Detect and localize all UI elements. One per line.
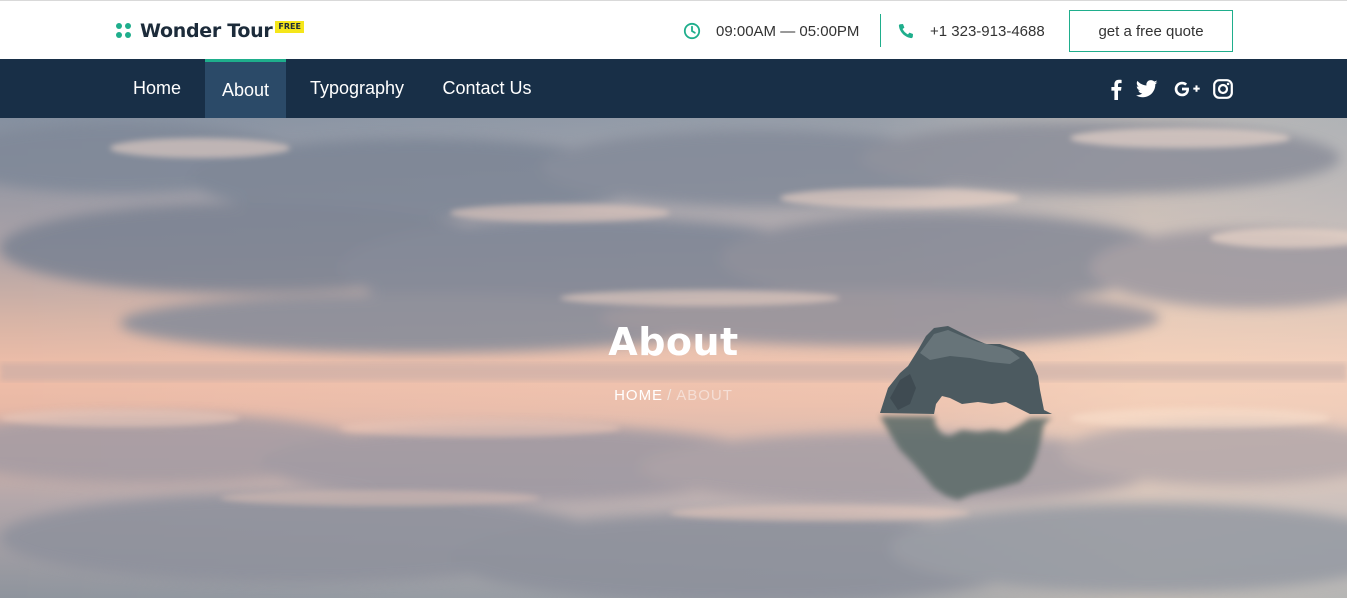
hours-text: 09:00AM — 05:00PM — [716, 22, 860, 40]
breadcrumb: HOME / ABOUT — [0, 387, 1347, 404]
clock-icon — [683, 22, 701, 40]
nav-item-about[interactable]: About — [205, 59, 286, 118]
free-badge: FREE — [275, 21, 304, 33]
instagram-icon[interactable] — [1212, 78, 1234, 100]
phone-text[interactable]: +1 323-913-4688 — [930, 23, 1045, 40]
top-bar: Wonder Tour FREE 09:00AM — 05:00PM +1 32… — [0, 0, 1347, 59]
breadcrumb-separator: / — [667, 387, 673, 404]
brand-name: Wonder Tour — [140, 20, 273, 42]
contact-phone: +1 323-913-4688 — [897, 21, 1045, 41]
business-hours: 09:00AM — 05:00PM — [683, 21, 859, 41]
hero-banner: About HOME / ABOUT — [0, 118, 1347, 598]
nav-item-typography[interactable]: Typography — [295, 59, 419, 118]
breadcrumb-home[interactable]: HOME — [614, 387, 663, 404]
divider — [880, 14, 881, 47]
page-title: About — [608, 320, 739, 364]
phone-icon — [897, 22, 915, 40]
brand-logo[interactable]: Wonder Tour FREE — [116, 19, 304, 43]
nav-item-contact-us[interactable]: Contact Us — [428, 59, 546, 118]
free-quote-button[interactable]: get a free quote — [1069, 10, 1233, 52]
breadcrumb-current: ABOUT — [676, 387, 733, 404]
twitter-icon[interactable] — [1136, 78, 1158, 100]
facebook-icon[interactable] — [1105, 78, 1127, 100]
nav-item-home[interactable]: Home — [118, 59, 196, 118]
google-plus-icon[interactable] — [1173, 78, 1201, 100]
logo-dots-icon — [116, 23, 132, 39]
